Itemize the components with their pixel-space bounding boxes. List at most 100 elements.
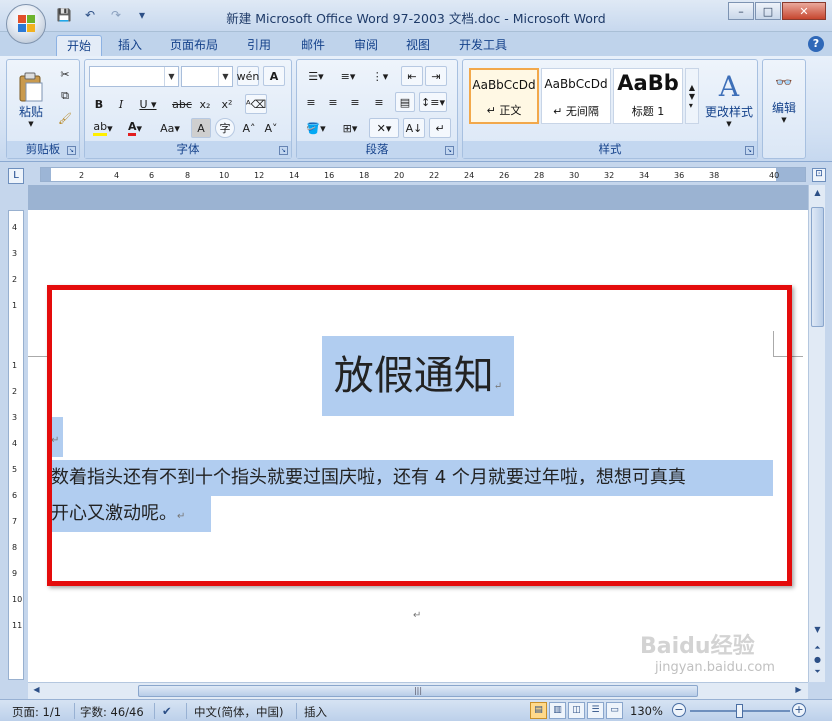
editing-button[interactable]: 👓 编辑 ▼	[765, 64, 803, 134]
dialog-launcher-icon[interactable]: ↘	[279, 146, 288, 155]
scroll-thumb[interactable]	[811, 207, 824, 327]
grow-font-icon[interactable]: A˄	[239, 118, 259, 138]
style-no-spacing[interactable]: AaBbCcDd ↵ 无间隔	[541, 68, 611, 124]
scroll-right-icon[interactable]: ▶	[792, 685, 805, 699]
style-normal[interactable]: AaBbCcDd ↵ 正文	[469, 68, 539, 124]
tab-selector-icon[interactable]: L	[8, 168, 24, 184]
view-ruler-icon[interactable]: ⊡	[812, 168, 826, 182]
paste-icon	[19, 72, 43, 101]
ruler-tick: 26	[499, 171, 510, 180]
bullets-icon[interactable]: ☰▾	[301, 66, 331, 86]
status-insert-mode[interactable]: 插入	[304, 704, 327, 720]
next-page-icon[interactable]: ⏷	[811, 667, 824, 681]
change-case-icon[interactable]: wén	[237, 66, 259, 86]
font-size-combo[interactable]: ▼	[181, 66, 233, 87]
bold-button[interactable]: B	[89, 94, 109, 114]
tab-view[interactable]: 视图	[396, 35, 440, 56]
scroll-down-icon[interactable]: ▼	[811, 625, 824, 639]
strikethrough-button[interactable]: abc	[171, 94, 193, 114]
styles-scroll[interactable]: ▲ ▼ ▾	[685, 68, 699, 124]
draft-view-icon[interactable]: ▭	[606, 702, 623, 719]
dialog-launcher-icon[interactable]: ↘	[445, 146, 454, 155]
increase-indent-icon[interactable]: ⇥	[425, 66, 447, 86]
clear-formatting-icon[interactable]: ᴬ⌫	[245, 94, 267, 114]
full-screen-reading-icon[interactable]: ▥	[549, 702, 566, 719]
tab-insert[interactable]: 插入	[108, 35, 152, 56]
outline-view-icon[interactable]: ☰	[587, 702, 604, 719]
show-hide-marks-icon[interactable]: ↵	[429, 118, 451, 138]
paste-button[interactable]: 粘贴 ▼	[11, 64, 51, 134]
change-styles-button[interactable]: A 更改样式 ▼	[703, 64, 755, 134]
proofing-icon[interactable]: ✔	[162, 704, 172, 718]
vertical-ruler[interactable]: 4 3 2 1 1 2 3 4 5 6 7 8 9 10 11	[8, 210, 24, 680]
shrink-font-icon[interactable]: A˅	[261, 118, 281, 138]
close-button[interactable]: ✕	[782, 2, 826, 20]
font-name-combo[interactable]: ▼	[89, 66, 179, 87]
ruler-tick: 10	[219, 171, 230, 180]
align-right-icon[interactable]: ≡	[345, 92, 365, 112]
horizontal-ruler[interactable]: 2 4 6 8 10 12 14 16 18 20 22 24 26 28 30…	[40, 167, 806, 182]
chevron-down-icon[interactable]: ▼	[164, 67, 178, 86]
vertical-scrollbar[interactable]: ▲ ▼ ⏶ ● ⏷	[808, 185, 825, 682]
scroll-left-icon[interactable]: ◀	[30, 685, 43, 699]
borders-icon[interactable]: ⊞▾	[335, 118, 365, 138]
font-color-button[interactable]: A ▾	[121, 118, 149, 138]
enclose-characters-icon[interactable]: 字	[215, 118, 235, 138]
dialog-launcher-icon[interactable]: ↘	[745, 146, 754, 155]
decrease-indent-icon[interactable]: ⇤	[401, 66, 423, 86]
highlight-color-button[interactable]: ab ▾	[89, 118, 117, 138]
tab-mailings[interactable]: 邮件	[291, 35, 335, 56]
zoom-level[interactable]: 130%	[630, 704, 663, 718]
chinese-layout-icon[interactable]: ✕▾	[369, 118, 399, 138]
dialog-launcher-icon[interactable]: ↘	[67, 146, 76, 155]
tab-references[interactable]: 引用	[237, 35, 281, 56]
horizontal-scrollbar[interactable]: ◀ ||| ▶	[28, 682, 808, 699]
status-language[interactable]: 中文(简体，中国)	[194, 704, 283, 720]
help-icon[interactable]: ?	[808, 36, 824, 52]
numbering-icon[interactable]: ≡▾	[333, 66, 363, 86]
ruler-tick: 9	[12, 569, 18, 578]
group-label-styles: 样式	[463, 141, 757, 158]
italic-button[interactable]: I	[111, 94, 131, 114]
style-heading-1[interactable]: AaBb 标题 1	[613, 68, 683, 124]
scroll-thumb[interactable]: |||	[138, 685, 698, 697]
character-border-icon[interactable]: A	[263, 66, 285, 86]
sort-icon[interactable]: A↓	[403, 118, 425, 138]
print-layout-view-icon[interactable]: ▤	[530, 702, 547, 719]
justify-icon[interactable]: ≡	[369, 92, 389, 112]
align-center-icon[interactable]: ≡	[323, 92, 343, 112]
tab-developer[interactable]: 开发工具	[449, 35, 517, 56]
superscript-button[interactable]: x²	[217, 94, 237, 114]
tab-page-layout[interactable]: 页面布局	[160, 35, 228, 56]
ruler-area: L 2 4 6 8 10 12 14 16 18 20 22 24 26 28 …	[0, 163, 832, 185]
scroll-up-icon[interactable]: ▲	[811, 188, 824, 202]
chevron-down-icon[interactable]: ▼	[218, 67, 232, 86]
font-size-change-button[interactable]: Aa▾	[155, 118, 185, 138]
shading-icon[interactable]: 🪣▾	[301, 118, 331, 138]
underline-button[interactable]: U ▾	[135, 94, 161, 114]
distributed-icon[interactable]: ▤	[395, 92, 415, 112]
maximize-button[interactable]: □	[755, 2, 781, 20]
format-painter-icon[interactable]: 🖌	[55, 108, 75, 128]
minimize-button[interactable]: –	[728, 2, 754, 20]
character-shading-icon[interactable]: A	[191, 118, 211, 138]
web-layout-icon[interactable]: ◫	[568, 702, 585, 719]
zoom-slider-knob[interactable]	[736, 704, 743, 718]
line-spacing-icon[interactable]: ↕≡▾	[419, 92, 447, 112]
subscript-button[interactable]: x₂	[195, 94, 215, 114]
tab-home[interactable]: 开始	[56, 35, 103, 56]
zoom-in-icon[interactable]: +	[792, 703, 806, 717]
ruler-tick: 3	[12, 249, 18, 258]
zoom-out-icon[interactable]: −	[672, 703, 686, 717]
status-page[interactable]: 页面: 1/1	[12, 704, 61, 720]
ruler-tick: 3	[12, 413, 18, 422]
copy-icon[interactable]: ⧉	[55, 86, 75, 106]
cut-icon[interactable]: ✂	[55, 64, 75, 84]
align-left-icon[interactable]: ≡	[301, 92, 321, 112]
status-words[interactable]: 字数: 46/46	[80, 704, 144, 720]
multilevel-list-icon[interactable]: ⋮▾	[365, 66, 395, 86]
ribbon-tabs: 开始 插入 页面布局 引用 邮件 审阅 视图 开发工具	[0, 32, 832, 56]
tab-review[interactable]: 审阅	[344, 35, 388, 56]
office-button[interactable]	[6, 4, 46, 44]
group-editing: 👓 编辑 ▼	[762, 59, 806, 159]
